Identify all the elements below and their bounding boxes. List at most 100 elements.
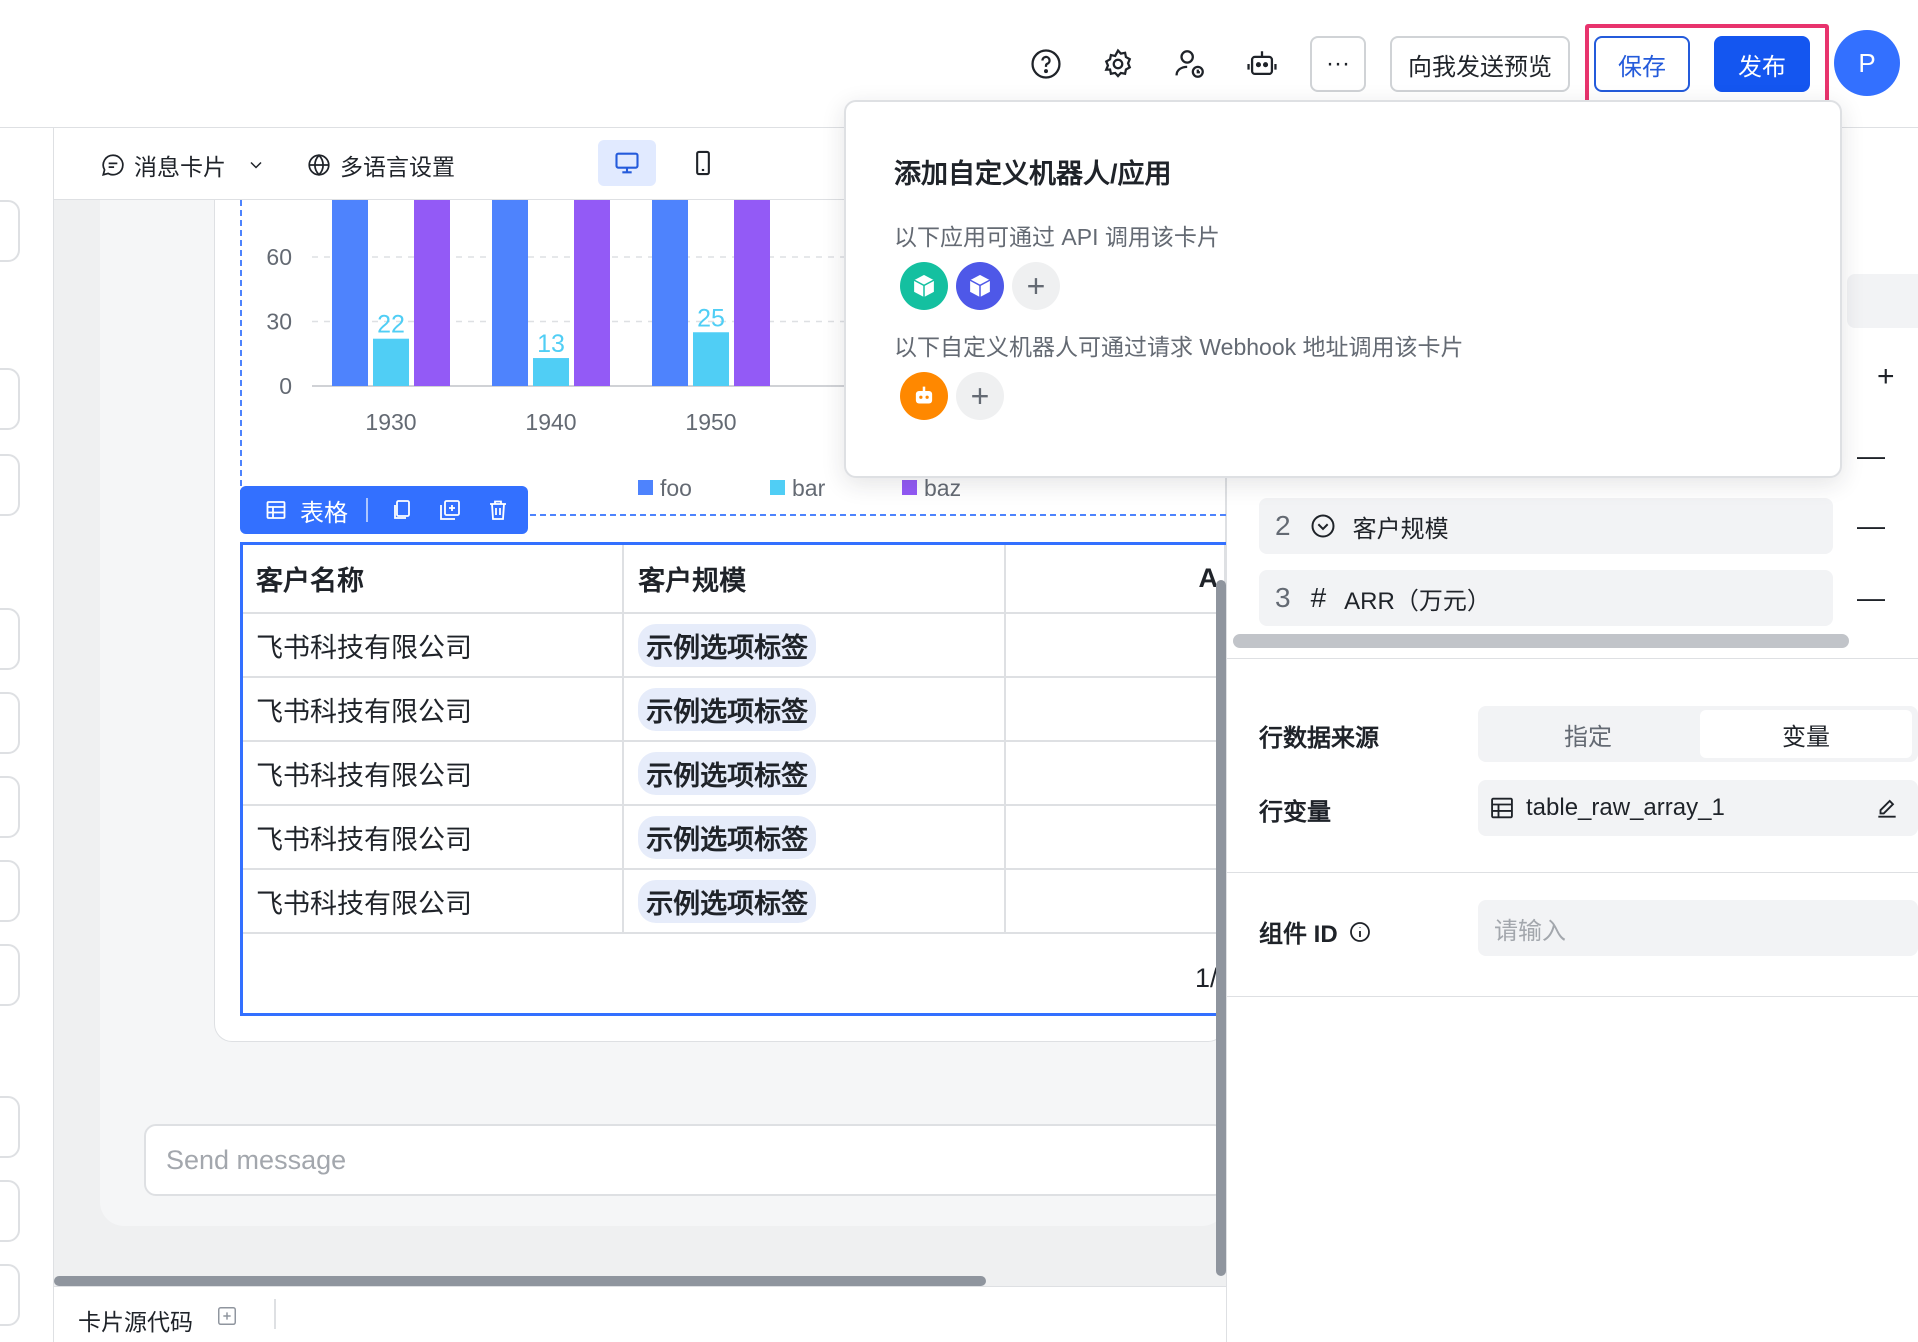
legend-label: bar	[792, 475, 826, 501]
table-row: 飞书科技有限公司 示例选项标签	[243, 676, 1226, 742]
desktop-view-toggle[interactable]	[598, 140, 656, 186]
y-tick-label: 30	[266, 309, 292, 335]
row-source-label: 行数据来源	[1259, 725, 1379, 752]
table-cell	[1004, 612, 1226, 678]
edit-pencil-icon[interactable]	[1874, 795, 1900, 821]
bar-foo	[492, 200, 528, 386]
column-item[interactable]: 3 # ARR（万元）	[1259, 570, 1833, 626]
option-tag: 示例选项标签	[638, 751, 817, 795]
bar-bar	[373, 338, 409, 386]
table-cell: 飞书科技有限公司	[243, 612, 625, 678]
column-label: 客户规模	[1352, 515, 1449, 543]
more-button[interactable]: ···	[1310, 36, 1366, 92]
y-tick-label: 60	[266, 244, 292, 270]
multilang-label: 多语言设置	[340, 154, 455, 180]
divider	[1227, 658, 1918, 659]
user-manage-icon[interactable]	[1166, 40, 1214, 88]
chevron-down-icon	[250, 161, 262, 169]
legend-swatch	[638, 480, 653, 495]
remove-column-icon[interactable]: —	[1857, 440, 1885, 472]
table-cell: 示例选项标签	[622, 676, 1007, 742]
remove-column-icon[interactable]: —	[1857, 582, 1885, 614]
multilang-settings-button[interactable]: 多语言设置	[306, 148, 455, 182]
legend-label: foo	[660, 475, 692, 501]
table-cell	[1004, 740, 1226, 806]
add-bot-icon[interactable]: +	[956, 372, 1004, 420]
desktop-icon	[615, 152, 639, 174]
publish-button[interactable]: 发布	[1714, 36, 1810, 92]
remove-column-icon[interactable]: —	[1857, 510, 1885, 542]
row-variable-field[interactable]: table_raw_array_1	[1478, 780, 1918, 836]
bar-baz	[734, 200, 770, 386]
panel-field[interactable]	[1847, 274, 1918, 328]
bar-bar	[533, 358, 569, 386]
column-item[interactable]: 2 客户规模	[1259, 498, 1833, 554]
rail-card[interactable]	[0, 368, 20, 430]
bottom-bar: 卡片源代码	[54, 1286, 1226, 1342]
mobile-view-toggle[interactable]	[674, 140, 732, 186]
copy-icon[interactable]	[390, 498, 414, 522]
vertical-scrollbar[interactable]	[1216, 580, 1226, 1276]
bar-baz	[414, 200, 450, 386]
data-label: 22	[377, 311, 405, 339]
add-bot-app-popover: 添加自定义机器人/应用 以下应用可通过 API 调用该卡片 + 以下自定义机器人…	[844, 100, 1842, 478]
option-tag: 示例选项标签	[638, 815, 817, 859]
table-row: 飞书科技有限公司 示例选项标签	[243, 804, 1226, 870]
option-tag: 示例选项标签	[638, 879, 817, 923]
table-header-cell: 客户名称	[243, 545, 625, 614]
legend-swatch	[770, 480, 785, 495]
expand-icon[interactable]	[216, 1305, 238, 1327]
left-rail	[0, 128, 54, 1342]
row-source-option-variable[interactable]: 变量	[1700, 710, 1912, 758]
rail-card[interactable]	[0, 454, 20, 516]
rail-card[interactable]	[0, 1096, 20, 1158]
rail-card[interactable]	[0, 776, 20, 838]
component-id-input[interactable]: 请输入	[1478, 900, 1918, 956]
row-source-segmented-control: 指定 变量	[1478, 706, 1918, 762]
row-variable-label: 行变量	[1259, 799, 1331, 826]
delete-trash-icon[interactable]	[486, 498, 510, 522]
table-cell: 飞书科技有限公司	[243, 740, 625, 806]
rail-card[interactable]	[0, 860, 20, 922]
app-cube-icon[interactable]	[900, 262, 948, 310]
help-icon[interactable]	[1022, 40, 1070, 88]
rail-card[interactable]	[0, 200, 20, 262]
table-pagination[interactable]: 1/	[1195, 963, 1218, 994]
add-column-icon[interactable]: +	[1877, 360, 1895, 394]
columns-scrollbar[interactable]	[1233, 634, 1849, 648]
save-button[interactable]: 保存	[1594, 36, 1690, 92]
table-cell: 示例选项标签	[622, 804, 1007, 870]
y-tick-label: 0	[279, 373, 292, 399]
table-cell: 示例选项标签	[622, 612, 1007, 678]
message-input[interactable]: Send message	[144, 1124, 1226, 1196]
card-type-dropdown[interactable]: 消息卡片	[100, 148, 266, 182]
table-component-toolbar: 表格	[240, 486, 528, 534]
custom-bot-icon[interactable]	[900, 372, 948, 420]
duplicate-icon[interactable]	[438, 498, 462, 522]
rail-card[interactable]	[0, 1264, 20, 1326]
rail-card[interactable]	[0, 944, 20, 1006]
send-preview-button[interactable]: 向我发送预览	[1390, 36, 1570, 92]
settings-gear-icon[interactable]	[1094, 40, 1142, 88]
row-source-option-fixed[interactable]: 指定	[1482, 710, 1694, 758]
rail-card[interactable]	[0, 608, 20, 670]
card-source-code-tab[interactable]: 卡片源代码	[78, 1303, 193, 1337]
x-tick-label: 1950	[685, 409, 736, 435]
table-header-row: 客户名称 客户规模 A	[243, 545, 1226, 614]
x-tick-label: 1930	[365, 409, 416, 435]
hash-icon: #	[1310, 582, 1327, 613]
table-row: 飞书科技有限公司 示例选项标签	[243, 868, 1226, 934]
rail-card[interactable]	[0, 1180, 20, 1242]
user-avatar[interactable]: P	[1834, 30, 1900, 96]
horizontal-scrollbar[interactable]	[54, 1276, 986, 1286]
info-icon[interactable]	[1348, 920, 1372, 944]
app-box-icon[interactable]	[956, 262, 1004, 310]
column-index: 2	[1275, 510, 1291, 541]
table-cell	[1004, 868, 1226, 934]
robot-icon[interactable]	[1238, 40, 1286, 88]
data-table: 客户名称 客户规模 A 飞书科技有限公司 示例选项标签 飞书科技有限公司 示例选…	[243, 545, 1226, 934]
add-app-icon[interactable]: +	[1012, 262, 1060, 310]
card-type-label: 消息卡片	[134, 154, 226, 180]
table-component[interactable]: 客户名称 客户规模 A 飞书科技有限公司 示例选项标签 飞书科技有限公司 示例选…	[240, 542, 1226, 1016]
rail-card[interactable]	[0, 692, 20, 754]
